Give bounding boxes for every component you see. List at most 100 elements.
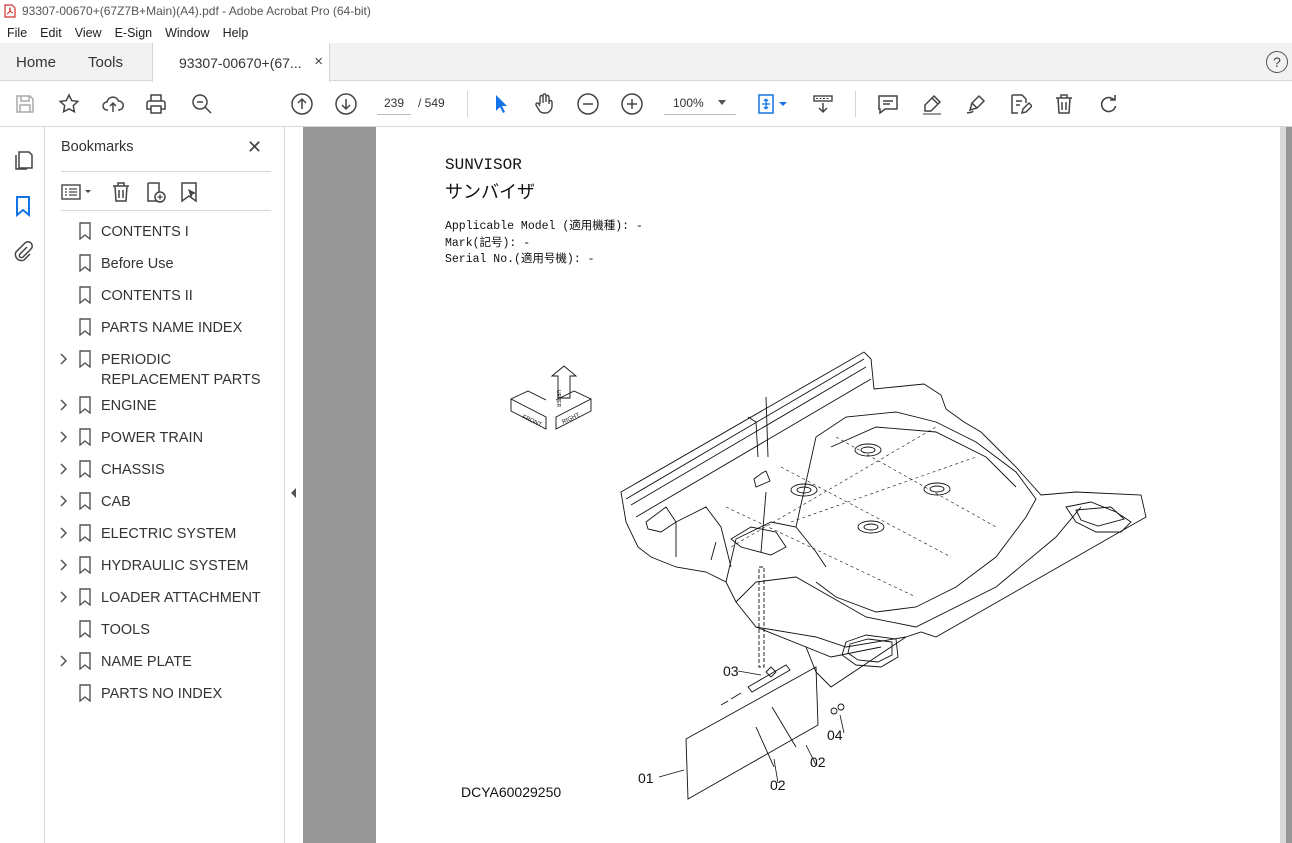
bookmark-item-contents-i[interactable]: CONTENTS I <box>45 222 285 254</box>
bookmark-icon <box>79 588 91 606</box>
chevron-right-icon[interactable] <box>58 558 70 572</box>
bookmark-panel-icon[interactable] <box>11 194 35 218</box>
zoom-dropdown[interactable]: 100% <box>664 91 736 115</box>
bookmark-item-chassis[interactable]: CHASSIS <box>45 460 285 492</box>
left-rail <box>0 127 45 843</box>
bookmark-label: CHASSIS <box>101 462 165 478</box>
page-edge <box>1280 127 1286 843</box>
bookmark-item-parts-no-index[interactable]: PARTS NO INDEX <box>45 684 285 716</box>
find-zoom-icon[interactable] <box>190 92 214 116</box>
zoom-value: 100% <box>673 95 704 110</box>
bookmark-icon <box>79 396 91 414</box>
draw-pen-icon[interactable] <box>964 92 988 116</box>
menu-file[interactable]: File <box>7 26 27 40</box>
callout-02: 02 <box>770 777 786 793</box>
tab-document[interactable]: 93307-00670+(67... × <box>152 43 330 82</box>
bookmark-icon <box>79 556 91 574</box>
document-viewer[interactable]: SUNVISOR サンバイザ Applicable Model (適用機種): … <box>303 127 1292 843</box>
bookmark-label: PARTS NO INDEX <box>101 686 223 702</box>
bookmark-label: CONTENTS I <box>101 224 189 240</box>
menu-esign[interactable]: E-Sign <box>115 26 153 40</box>
bookmark-item-contents-ii[interactable]: CONTENTS II <box>45 286 285 318</box>
star-icon[interactable] <box>57 92 81 116</box>
bookmark-label: POWER TRAIN <box>101 430 204 446</box>
menu-window[interactable]: Window <box>165 26 209 40</box>
scroll-mode-icon[interactable] <box>811 92 835 116</box>
window-title: 93307-00670+(67Z7B+Main)(A4).pdf - Adobe… <box>22 4 371 18</box>
bookmark-item-cab[interactable]: CAB <box>45 492 285 524</box>
hand-tool-icon[interactable] <box>532 92 556 116</box>
bookmark-item-tools[interactable]: TOOLS <box>45 620 285 652</box>
bookmark-icon <box>79 524 91 542</box>
tab-home[interactable]: Home <box>16 43 56 81</box>
chevron-right-icon[interactable] <box>58 398 70 412</box>
tab-close-icon[interactable]: × <box>314 53 323 70</box>
select-cursor-icon[interactable] <box>489 92 513 116</box>
page-number-input[interactable] <box>377 91 411 115</box>
chevron-right-icon[interactable] <box>58 462 70 476</box>
bookmark-item-periodic-replacement-parts[interactable]: PERIODIC REPLACEMENT PARTS <box>45 350 285 396</box>
toolbar-divider <box>467 91 468 117</box>
bookmark-item-name-plate[interactable]: NAME PLATE <box>45 652 285 684</box>
bookmark-item-loader-attachment[interactable]: LOADER ATTACHMENT <box>45 588 285 620</box>
page-total: / 549 <box>418 96 445 110</box>
window-title-bar: 93307-00670+(67Z7B+Main)(A4).pdf - Adobe… <box>0 0 1292 22</box>
attachment-icon[interactable] <box>11 240 35 264</box>
menu-bar: File Edit View E-Sign Window Help <box>0 22 1292 43</box>
bookmark-options-icon[interactable] <box>61 180 97 204</box>
bookmark-from-structure-icon[interactable] <box>177 180 201 204</box>
bookmark-label: TOOLS <box>101 622 150 638</box>
tab-tools[interactable]: Tools <box>88 43 123 81</box>
bookmark-item-electric-system[interactable]: ELECTRIC SYSTEM <box>45 524 285 556</box>
delete-bookmark-icon[interactable] <box>109 180 133 204</box>
zoom-in-icon[interactable] <box>620 92 644 116</box>
bookmark-item-power-train[interactable]: POWER TRAIN <box>45 428 285 460</box>
save-icon[interactable] <box>13 92 37 116</box>
chevron-right-icon[interactable] <box>58 654 70 668</box>
bookmark-label: PERIODIC REPLACEMENT PARTS <box>101 352 261 388</box>
chevron-right-icon[interactable] <box>58 526 70 540</box>
bookmark-item-before-use[interactable]: Before Use <box>45 254 285 286</box>
previous-page-icon[interactable] <box>290 92 314 116</box>
highlight-pen-icon[interactable] <box>920 92 944 116</box>
chevron-right-icon[interactable] <box>58 494 70 508</box>
bookmark-icon <box>79 652 91 670</box>
bookmark-icon <box>79 318 91 336</box>
print-icon[interactable] <box>144 92 168 116</box>
new-bookmark-icon[interactable] <box>143 180 167 204</box>
bookmark-label: NAME PLATE <box>101 654 192 670</box>
upload-cloud-icon[interactable] <box>101 92 125 116</box>
zoom-out-icon[interactable] <box>576 92 600 116</box>
menu-help[interactable]: Help <box>223 26 249 40</box>
compass-upper-label: UPPER <box>555 390 561 408</box>
menu-view[interactable]: View <box>75 26 102 40</box>
bookmark-item-hydraulic-system[interactable]: HYDRAULIC SYSTEM <box>45 556 285 588</box>
menu-edit[interactable]: Edit <box>40 26 62 40</box>
next-page-icon[interactable] <box>334 92 358 116</box>
delete-icon[interactable] <box>1052 92 1076 116</box>
bookmark-label: HYDRAULIC SYSTEM <box>101 558 249 574</box>
chevron-right-icon[interactable] <box>58 430 70 444</box>
edit-text-icon[interactable] <box>1008 92 1032 116</box>
bookmark-item-parts-name-index[interactable]: PARTS NAME INDEX <box>45 318 285 350</box>
collapse-panel-icon[interactable] <box>286 480 302 506</box>
tab-document-label: 93307-00670+(67... <box>179 54 302 71</box>
chevron-right-icon[interactable] <box>58 352 70 366</box>
bookmarks-title: Bookmarks <box>61 139 134 155</box>
page-thumbnails-icon[interactable] <box>11 148 35 172</box>
bookmark-list: CONTENTS I Before Use CONTENTS II PARTS … <box>45 222 285 716</box>
fit-page-icon[interactable] <box>755 92 791 116</box>
bookmark-icon <box>79 222 91 240</box>
close-icon[interactable]: ✕ <box>247 137 262 158</box>
comment-icon[interactable] <box>876 92 900 116</box>
cab-roof-drawing <box>620 351 1147 688</box>
pdf-file-icon <box>4 4 16 18</box>
rotate-icon[interactable] <box>1096 92 1120 116</box>
bookmark-item-engine[interactable]: ENGINE <box>45 396 285 428</box>
bookmark-label: CONTENTS II <box>101 288 193 304</box>
bookmark-icon <box>79 350 91 368</box>
main-toolbar: / 549 100% <box>0 82 1292 127</box>
help-icon[interactable]: ? <box>1266 51 1288 73</box>
chevron-right-icon[interactable] <box>58 590 70 604</box>
toolbar-divider <box>855 91 856 117</box>
